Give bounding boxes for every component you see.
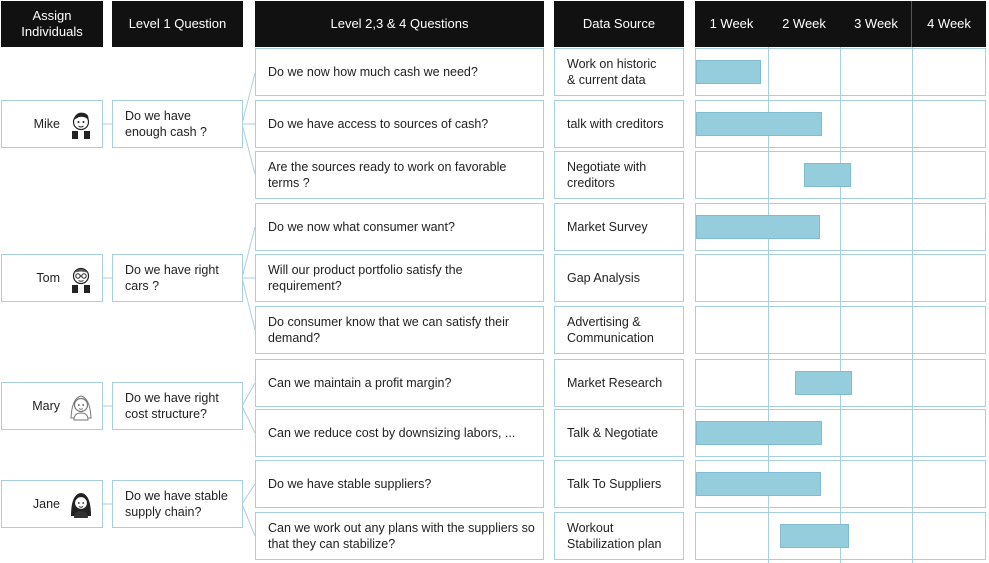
sub-question: Do we now what consumer want? — [255, 203, 544, 251]
data-source-text: Talk To Suppliers — [567, 477, 662, 491]
sub-question: Can we reduce cost by downsizing labors,… — [255, 409, 544, 457]
assignee-name: Tom — [36, 271, 60, 285]
data-source: Talk To Suppliers — [554, 460, 684, 508]
data-source-text: Advertising & Communication — [567, 315, 654, 345]
data-source: Workout Stabilization plan — [554, 512, 684, 560]
person-glasses-icon — [72, 267, 90, 293]
sub-question-text: Do we now how much cash we need? — [268, 65, 478, 79]
gantt-bar — [795, 371, 853, 395]
level1-question-supply: Do we have stable supply chain? — [112, 480, 243, 528]
sub-question-text: Do we have access to sources of cash? — [268, 117, 489, 131]
sub-question: Do we have stable suppliers? — [255, 460, 544, 508]
gantt-bar — [696, 421, 822, 445]
data-source-text: Market Survey — [567, 220, 648, 234]
data-source-text: Negotiate with creditors — [567, 160, 647, 190]
data-source: Negotiate with creditors — [554, 151, 684, 199]
sub-question-text: Can we work out any plans with the suppl… — [268, 521, 535, 551]
woman-icon — [70, 395, 92, 421]
level1-question-text: Do we have stable supply chain? — [125, 489, 228, 519]
data-source: Market Research — [554, 359, 684, 407]
sub-question-text: Do consumer know that we can satisfy the… — [268, 315, 510, 345]
sub-question-text: Do we now what consumer want? — [268, 220, 455, 234]
sub-question: Can we maintain a profit margin? — [255, 359, 544, 407]
sub-question-text: Do we have stable suppliers? — [268, 477, 432, 491]
gantt-bar — [696, 60, 761, 84]
data-source: Advertising & Communication — [554, 306, 684, 354]
sub-question: Are the sources ready to work on favorab… — [255, 151, 544, 199]
data-source: Gap Analysis — [554, 254, 684, 302]
level1-question-cash: Do we have enough cash ? — [112, 100, 243, 148]
data-source-text: Work on historic & current data — [567, 57, 657, 87]
data-source-text: talk with creditors — [567, 117, 664, 131]
gantt-bar — [804, 163, 851, 187]
data-source-text: Workout Stabilization plan — [567, 521, 662, 551]
assignee-mike: Mike — [1, 100, 103, 148]
assignee-name: Jane — [32, 497, 60, 511]
level1-question-text: Do we have enough cash ? — [125, 109, 208, 139]
assignee-name: Mary — [32, 399, 60, 413]
level1-question-text: Do we have right cars ? — [125, 263, 219, 293]
level1-question-text: Do we have right cost structure? — [125, 391, 219, 421]
gantt-bar — [779, 524, 849, 548]
level1-question-cost: Do we have right cost structure? — [112, 382, 243, 430]
sub-question-text: Will our product portfolio satisfy the r… — [268, 263, 463, 293]
sub-question: Do consumer know that we can satisfy the… — [255, 306, 544, 354]
data-source-text: Talk & Negotiate — [567, 426, 659, 440]
data-source: talk with creditors — [554, 100, 684, 148]
data-source: Work on historic & current data — [554, 48, 684, 96]
week-gridline — [840, 47, 841, 563]
week-gridline — [912, 47, 913, 563]
gantt-bar — [696, 112, 822, 136]
assignee-jane: Jane — [1, 480, 103, 528]
assignee-mary: Mary — [1, 382, 103, 430]
sub-question: Do we have access to sources of cash? — [255, 100, 544, 148]
sub-question-text: Can we maintain a profit margin? — [268, 376, 452, 390]
gantt-bar — [696, 472, 822, 496]
sub-question-text: Are the sources ready to work on favorab… — [268, 160, 507, 190]
person-icon — [72, 112, 90, 139]
woman-icon — [71, 493, 91, 518]
gantt-bar — [696, 215, 820, 239]
sub-question: Can we work out any plans with the suppl… — [255, 512, 544, 560]
assignee-name: Mike — [33, 117, 60, 131]
data-source: Talk & Negotiate — [554, 409, 684, 457]
assignee-tom: Tom — [1, 254, 103, 302]
data-source-text: Market Research — [567, 376, 663, 390]
data-source-text: Gap Analysis — [567, 271, 640, 285]
sub-question: Will our product portfolio satisfy the r… — [255, 254, 544, 302]
level1-question-cars: Do we have right cars ? — [112, 254, 243, 302]
sub-question: Do we now how much cash we need? — [255, 48, 544, 96]
data-source: Market Survey — [554, 203, 684, 251]
sub-question-text: Can we reduce cost by downsizing labors,… — [268, 426, 516, 440]
